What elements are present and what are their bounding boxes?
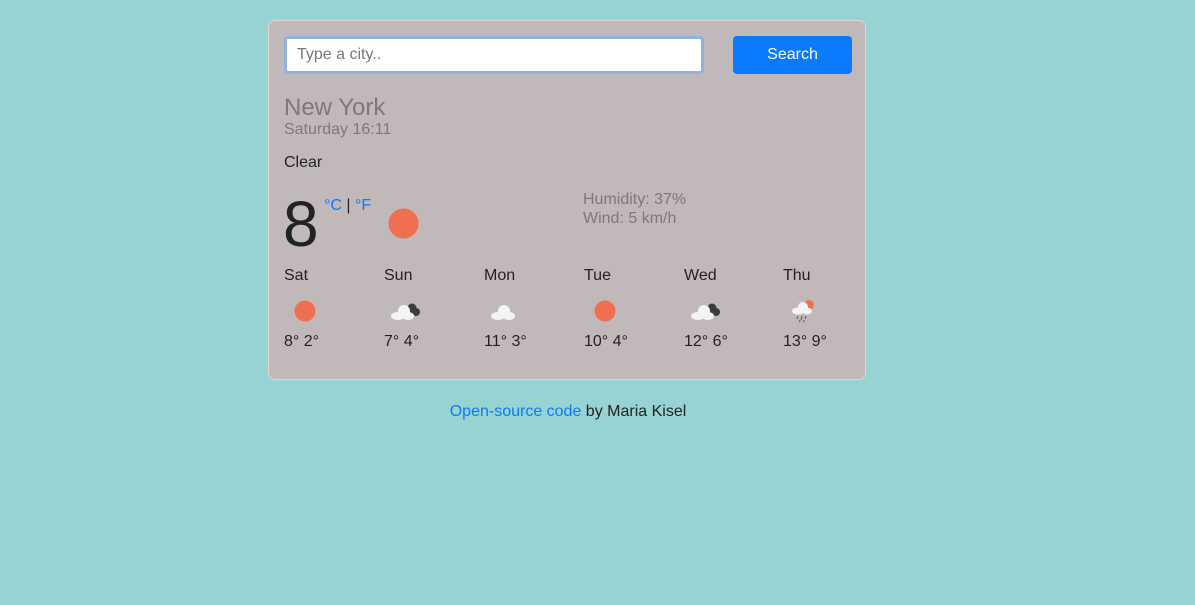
- humidity: Humidity: 37%: [583, 191, 687, 208]
- forecast-day-name: Thu: [783, 267, 811, 284]
- forecast-temps: 7° 4°: [384, 333, 420, 350]
- forecast: Sat 8° 2° Sun 7° 4° Mon 11° 3° Tue 10° 4…: [284, 267, 852, 357]
- celsius-link[interactable]: °C: [324, 197, 342, 214]
- forecast-day: Tue 10° 4°: [584, 267, 674, 357]
- forecast-temps: 11° 3°: [484, 333, 527, 350]
- city-name: New York: [284, 94, 386, 121]
- search-button[interactable]: Search: [733, 36, 852, 74]
- sun-icon: [594, 300, 616, 322]
- unit-separator: |: [346, 197, 351, 214]
- sun-icon: [388, 208, 419, 239]
- fahrenheit-link[interactable]: °F: [355, 197, 371, 214]
- forecast-day-name: Tue: [584, 267, 611, 284]
- forecast-day: Thu 13° 9°: [783, 267, 873, 357]
- rain-sun-icon: [792, 300, 814, 323]
- source-code-link[interactable]: Open-source code: [450, 403, 582, 420]
- forecast-temps: 12° 6°: [684, 333, 728, 350]
- search-form: Search: [284, 36, 852, 74]
- cloud-icon: [491, 305, 515, 320]
- weather-description: Clear: [284, 154, 323, 171]
- forecast-day-name: Sat: [284, 267, 309, 284]
- weather-card: Search New York Saturday 16:11 Clear 8 °…: [268, 20, 866, 380]
- forecast-day-name: Mon: [484, 267, 516, 284]
- current-temperature: 8: [283, 188, 319, 260]
- forecast-day: Mon 11° 3°: [484, 267, 574, 357]
- forecast-temps: 10° 4°: [584, 333, 628, 350]
- forecast-day: Sat 8° 2°: [284, 267, 374, 357]
- unit-switcher: °C | °F: [324, 197, 371, 215]
- city-search-input[interactable]: [284, 36, 704, 74]
- footer-author: by Maria Kisel: [581, 403, 687, 420]
- sun-icon: [294, 300, 316, 322]
- forecast-day-name: Wed: [684, 267, 717, 284]
- forecast-day-name: Sun: [384, 267, 413, 284]
- broken-clouds-icon: [691, 303, 720, 320]
- footer: Open-source code by Maria Kisel: [0, 403, 1136, 421]
- forecast-temps: 13° 9°: [783, 333, 827, 350]
- forecast-day: Sun 7° 4°: [384, 267, 474, 357]
- broken-clouds-icon: [391, 303, 420, 320]
- weather-details: Humidity: 37% Wind: 5 km/h: [583, 190, 686, 228]
- wind: Wind: 5 km/h: [583, 210, 677, 227]
- forecast-temps: 8° 2°: [284, 333, 320, 350]
- forecast-day: Wed 12° 6°: [684, 267, 774, 357]
- date-time: Saturday 16:11: [284, 121, 392, 138]
